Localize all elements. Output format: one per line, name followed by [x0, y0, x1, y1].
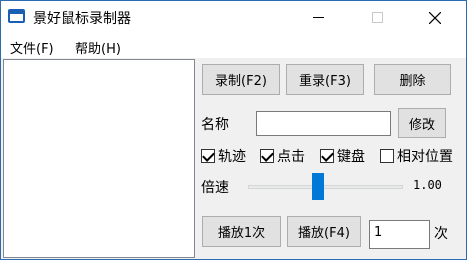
track-checkbox-box: [201, 149, 215, 163]
window-title: 景好鼠标录制器: [33, 11, 131, 27]
repeat-unit-label: 次: [434, 226, 448, 242]
track-checkbox-label: 轨迹: [218, 149, 246, 165]
rerecord-button[interactable]: 重录(F3): [286, 64, 364, 95]
relative-position-checkbox-label: 相对位置: [397, 149, 453, 165]
track-checkbox[interactable]: 轨迹: [201, 146, 246, 166]
relative-position-checkbox[interactable]: 相对位置: [380, 146, 453, 166]
name-input[interactable]: [256, 111, 391, 136]
keyboard-checkbox-box: [320, 149, 334, 163]
name-label: 名称: [201, 117, 229, 133]
play-once-button[interactable]: 播放1次: [202, 216, 281, 247]
menu-help[interactable]: 帮助(H): [75, 38, 121, 57]
title-bar[interactable]: 景好鼠标录制器: [1, 1, 466, 34]
recording-list[interactable]: [3, 59, 195, 258]
delete-button[interactable]: 删除: [374, 64, 451, 95]
modify-button[interactable]: 修改: [398, 108, 446, 138]
app-window: 景好鼠标录制器 文件(F) 帮助(H) 录制(F2) 重录(F3) 删除 名称 …: [0, 0, 467, 260]
keyboard-checkbox[interactable]: 键盘: [320, 146, 365, 166]
speed-label: 倍速: [201, 180, 229, 196]
click-checkbox[interactable]: 点击: [260, 146, 305, 166]
minimize-icon: [312, 17, 324, 18]
keyboard-checkbox-label: 键盘: [337, 149, 365, 165]
click-checkbox-label: 点击: [277, 149, 305, 165]
maximize-button: [354, 1, 400, 34]
menu-file[interactable]: 文件(F): [10, 38, 54, 57]
close-button[interactable]: [412, 1, 458, 34]
relative-position-checkbox-box: [380, 149, 394, 163]
speed-slider-thumb[interactable]: [312, 173, 325, 200]
close-icon: [429, 11, 441, 24]
speed-slider-track[interactable]: [248, 185, 403, 189]
app-window-icon: [8, 9, 25, 23]
record-button[interactable]: 录制(F2): [202, 64, 280, 95]
speed-value: 1.00: [413, 178, 442, 192]
click-checkbox-box: [260, 149, 274, 163]
minimize-button[interactable]: [295, 1, 341, 34]
maximize-icon: [371, 12, 383, 23]
repeat-count-input[interactable]: 1: [369, 220, 430, 249]
play-button[interactable]: 播放(F4): [287, 216, 361, 247]
menu-bar: 文件(F) 帮助(H): [1, 34, 466, 58]
